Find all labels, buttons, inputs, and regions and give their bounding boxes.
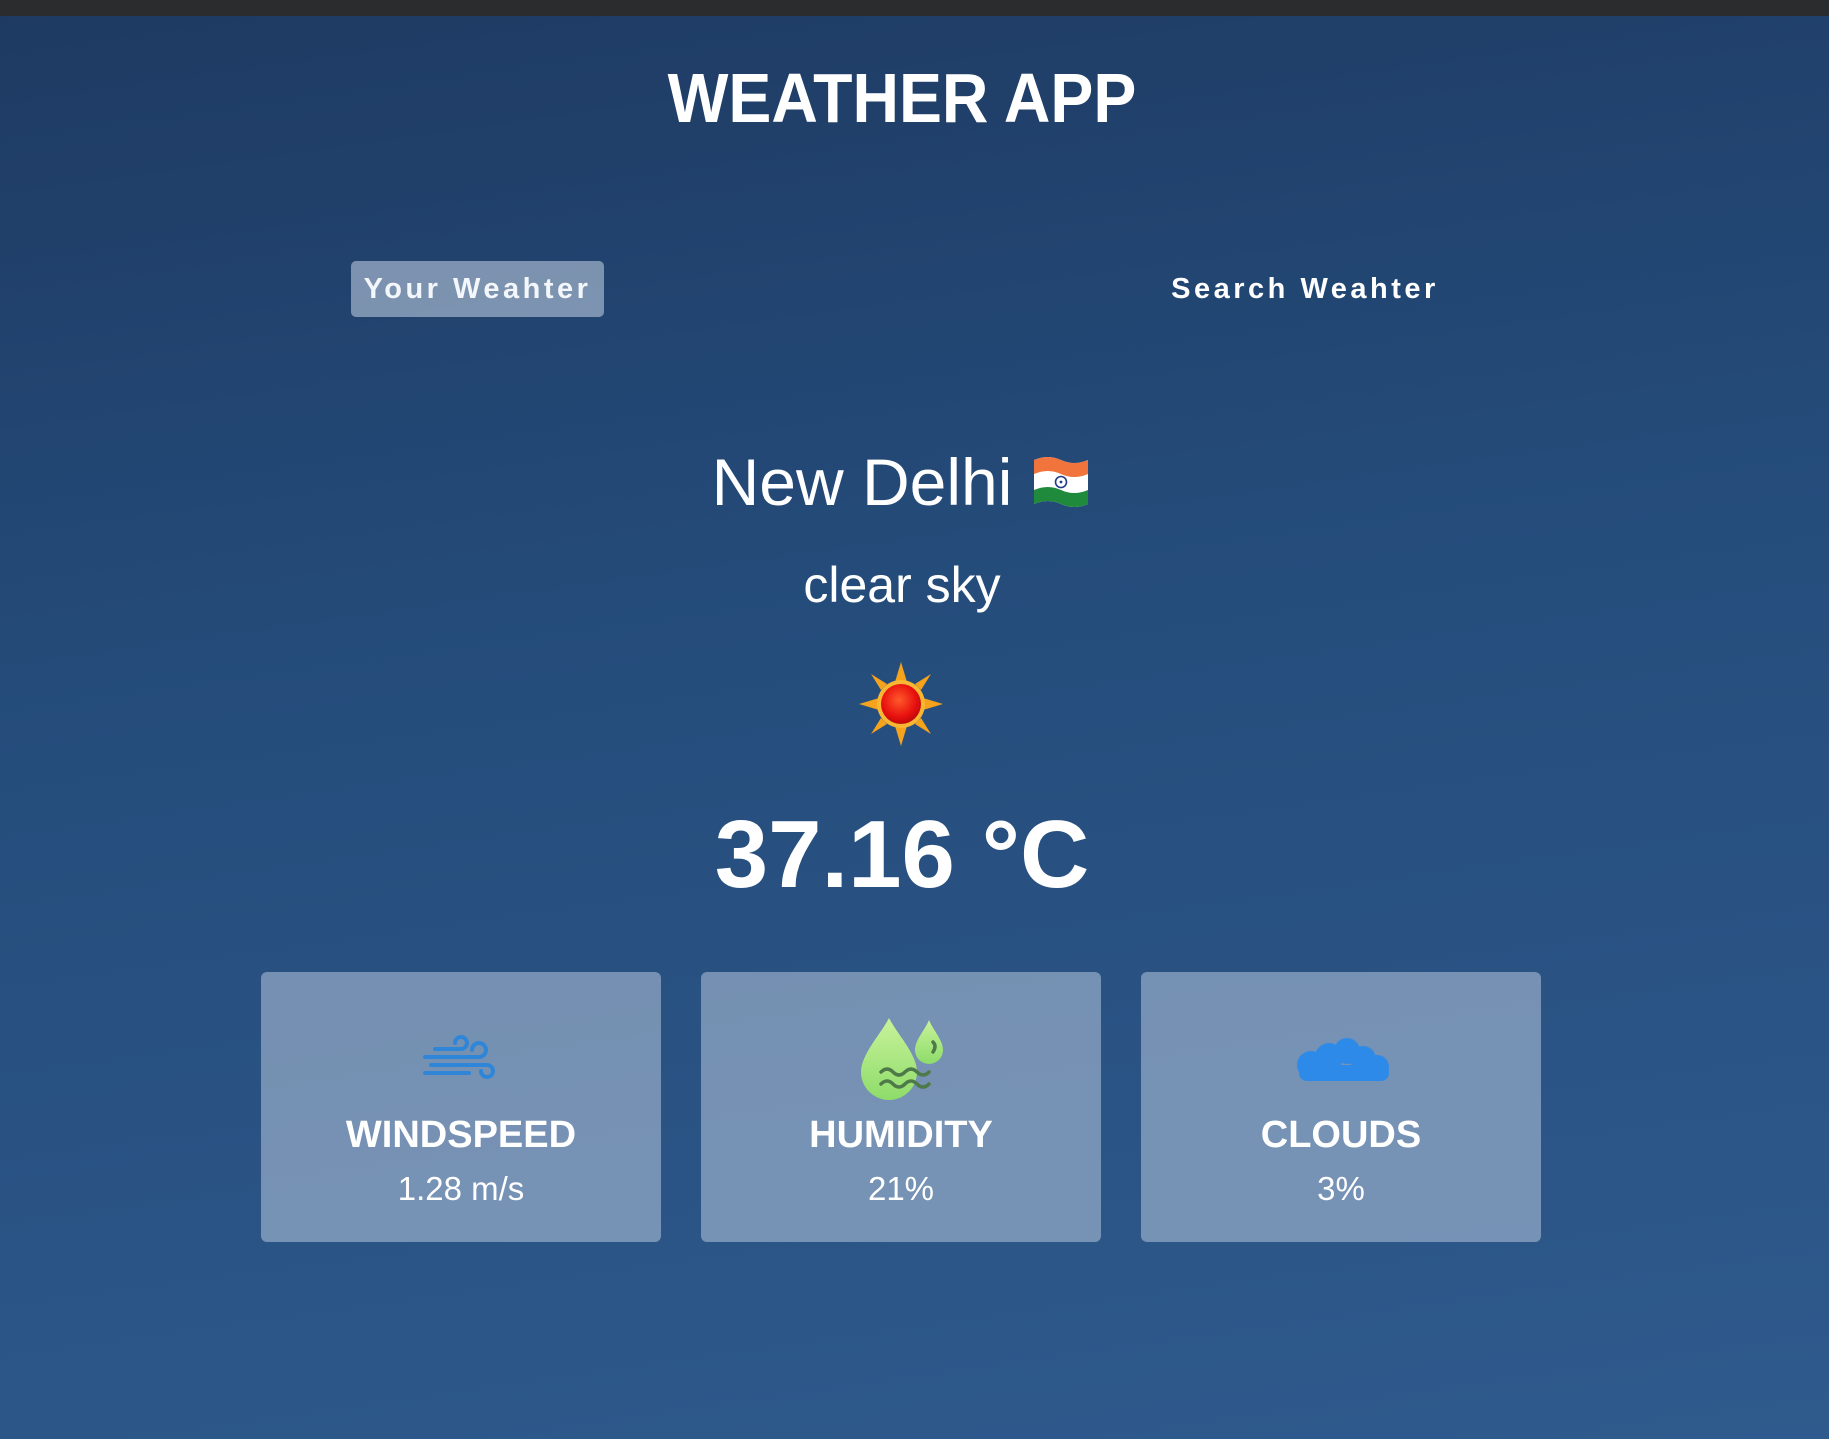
humidity-card: HUMIDITY 21% <box>701 972 1101 1242</box>
wind-icon <box>423 1035 495 1079</box>
humidity-icon <box>861 1018 943 1100</box>
windspeed-label: WINDSPEED <box>345 1114 577 1156</box>
windspeed-card: WINDSPEED 1.28 m/s <box>261 972 661 1242</box>
humidity-label: HUMIDITY <box>809 1114 993 1156</box>
tab-search-weather[interactable]: Search Weahter <box>1160 261 1450 317</box>
temperature-value: 37.16 °C <box>714 801 1090 908</box>
clouds-value: 3% <box>1317 1170 1365 1207</box>
humidity-value: 21% <box>867 1170 935 1207</box>
windspeed-value: 1.28 m/s <box>397 1170 525 1207</box>
location-heading: New Delhi <box>0 444 1804 520</box>
clouds-label: CLOUDS <box>1260 1114 1422 1156</box>
india-flag-icon <box>1034 457 1089 507</box>
sun-icon <box>857 660 945 748</box>
app-title: WEATHER APP <box>667 59 1137 137</box>
cloud-icon <box>1297 1038 1389 1081</box>
weather-description: clear sky <box>803 557 1001 613</box>
clouds-card: CLOUDS 3% <box>1141 972 1541 1242</box>
city-name: New Delhi <box>711 445 1013 519</box>
window-top-bar <box>0 0 1829 16</box>
tab-your-weather[interactable]: Your Weahter <box>351 261 604 317</box>
